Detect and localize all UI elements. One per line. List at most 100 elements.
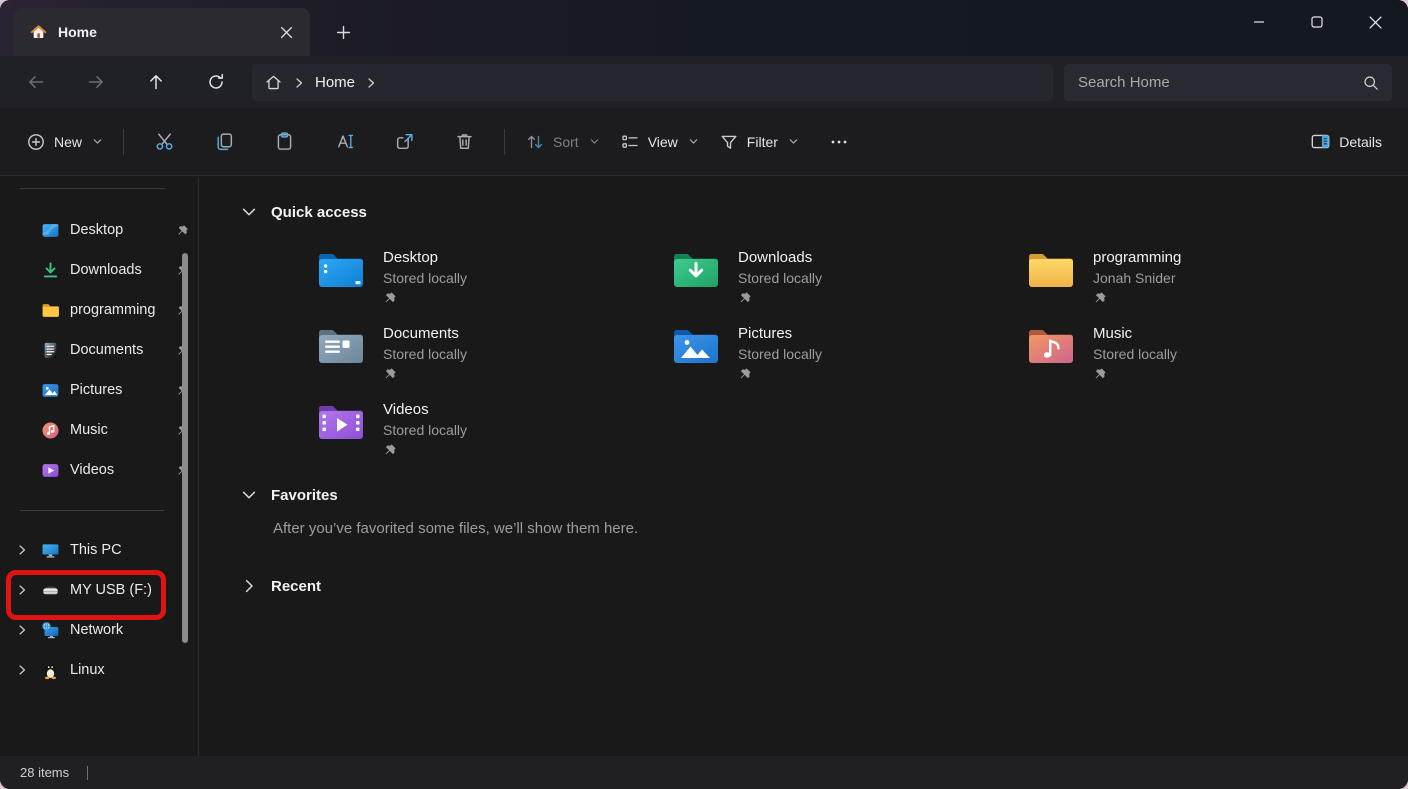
pin-icon	[383, 443, 467, 457]
back-arrow-icon	[26, 72, 46, 92]
up-arrow-icon	[146, 72, 166, 92]
tile-title: Documents	[383, 324, 467, 344]
tile-music[interactable]: Music Stored locally	[1027, 324, 1382, 380]
sidebar-item-this-pc[interactable]: This PC	[0, 530, 198, 570]
copy-icon	[214, 131, 235, 152]
section-favorites-header[interactable]: Favorites	[240, 484, 1408, 506]
new-tab-button[interactable]	[327, 16, 359, 48]
cut-icon	[154, 131, 175, 152]
desktop-icon	[40, 220, 60, 240]
section-quick-access-header[interactable]: Quick access	[240, 201, 1408, 223]
navigation-pane: Desktop Downloads programmin	[0, 177, 199, 756]
tab-home[interactable]: Home	[14, 8, 310, 56]
tile-title: Desktop	[383, 248, 467, 268]
network-icon	[40, 620, 60, 640]
toolbar-separator	[123, 129, 124, 155]
sidebar-item-documents[interactable]: Documents	[0, 330, 198, 370]
delete-icon	[454, 131, 475, 152]
status-bar: 28 items	[0, 756, 1408, 789]
sidebar-item-videos[interactable]: Videos	[0, 450, 198, 490]
status-separator	[87, 766, 88, 780]
sort-icon	[525, 132, 545, 152]
chevron-down-icon	[788, 136, 799, 147]
minimize-icon	[1253, 16, 1265, 28]
sort-button[interactable]: Sort	[515, 122, 610, 162]
details-button-label: Details	[1339, 134, 1382, 150]
tile-downloads[interactable]: Downloads Stored locally	[672, 248, 1027, 304]
sidebar-item-network[interactable]: Network	[0, 610, 198, 650]
rename-button[interactable]	[320, 122, 368, 162]
forward-arrow-icon	[86, 72, 106, 92]
pin-icon	[383, 367, 467, 381]
more-icon	[829, 132, 849, 152]
chevron-right-icon[interactable]	[240, 577, 258, 595]
tile-videos[interactable]: Videos Stored locally	[317, 400, 672, 456]
tile-desktop[interactable]: Desktop Stored locally	[317, 248, 672, 304]
chevron-right-icon[interactable]	[365, 77, 377, 89]
filter-button[interactable]: Filter	[709, 122, 809, 162]
back-button[interactable]	[16, 64, 56, 100]
tile-pictures[interactable]: Pictures Stored locally	[672, 324, 1027, 380]
chevron-right-icon[interactable]	[16, 544, 40, 556]
up-button[interactable]	[136, 64, 176, 100]
close-button[interactable]	[1346, 0, 1404, 44]
navigation-bar: Home	[0, 56, 1408, 108]
downloads-folder-icon	[672, 248, 720, 290]
share-icon	[394, 131, 415, 152]
breadcrumb-item-home[interactable]: Home	[315, 74, 355, 91]
forward-button[interactable]	[76, 64, 116, 100]
sidebar-item-my-usb[interactable]: MY USB (F:)	[0, 570, 198, 610]
view-button-label: View	[648, 134, 678, 150]
section-recent-header[interactable]: Recent	[240, 575, 1408, 597]
sidebar-item-desktop[interactable]: Desktop	[0, 210, 198, 250]
sidebar-item-programming[interactable]: programming	[0, 290, 198, 330]
tab-close-icon[interactable]	[272, 18, 300, 46]
linux-icon	[40, 660, 60, 680]
chevron-down-icon	[688, 136, 699, 147]
search-input[interactable]	[1076, 73, 1362, 92]
plus-icon	[336, 25, 351, 40]
filter-button-label: Filter	[747, 134, 778, 150]
sidebar-item-music[interactable]: Music	[0, 410, 198, 450]
sidebar-item-downloads[interactable]: Downloads	[0, 250, 198, 290]
paste-button[interactable]	[260, 122, 308, 162]
details-pane-icon	[1310, 131, 1331, 152]
details-button[interactable]: Details	[1300, 122, 1392, 162]
content-area: Desktop Downloads programmin	[0, 177, 1408, 756]
delete-button[interactable]	[440, 122, 488, 162]
sidebar-scrollbar[interactable]	[182, 253, 188, 643]
chevron-down-icon[interactable]	[240, 203, 258, 221]
home-tab-icon	[30, 24, 47, 40]
favorites-empty-text: After you’ve favorited some files, we’ll…	[273, 520, 1408, 537]
documents-icon	[40, 340, 60, 360]
new-button[interactable]: New	[16, 122, 113, 162]
close-icon	[1369, 16, 1382, 29]
minimize-button[interactable]	[1230, 0, 1288, 44]
breadcrumb[interactable]: Home	[252, 64, 1053, 101]
chevron-down-icon[interactable]	[240, 486, 258, 504]
tile-programming[interactable]: programming Jonah Snider	[1027, 248, 1382, 304]
search-box[interactable]	[1064, 64, 1392, 101]
tile-subtitle: Stored locally	[1093, 344, 1177, 364]
chevron-right-icon[interactable]	[16, 664, 40, 676]
share-button[interactable]	[380, 122, 428, 162]
chevron-down-icon	[589, 136, 600, 147]
item-count: 28 items	[20, 765, 69, 780]
chevron-right-icon[interactable]	[16, 584, 40, 596]
usb-drive-icon	[40, 580, 60, 600]
copy-button[interactable]	[200, 122, 248, 162]
chevron-right-icon[interactable]	[16, 624, 40, 636]
cut-button[interactable]	[140, 122, 188, 162]
view-button[interactable]: View	[610, 122, 709, 162]
search-icon[interactable]	[1362, 74, 1380, 92]
sidebar-item-linux[interactable]: Linux	[0, 650, 198, 690]
maximize-button[interactable]	[1288, 0, 1346, 44]
pin-icon	[383, 291, 467, 305]
documents-folder-icon	[317, 324, 365, 366]
more-options-button[interactable]	[815, 122, 863, 162]
pin-icon	[174, 224, 190, 237]
tile-documents[interactable]: Documents Stored locally	[317, 324, 672, 380]
home-icon	[264, 73, 283, 92]
refresh-button[interactable]	[196, 64, 236, 100]
sidebar-item-pictures[interactable]: Pictures	[0, 370, 198, 410]
